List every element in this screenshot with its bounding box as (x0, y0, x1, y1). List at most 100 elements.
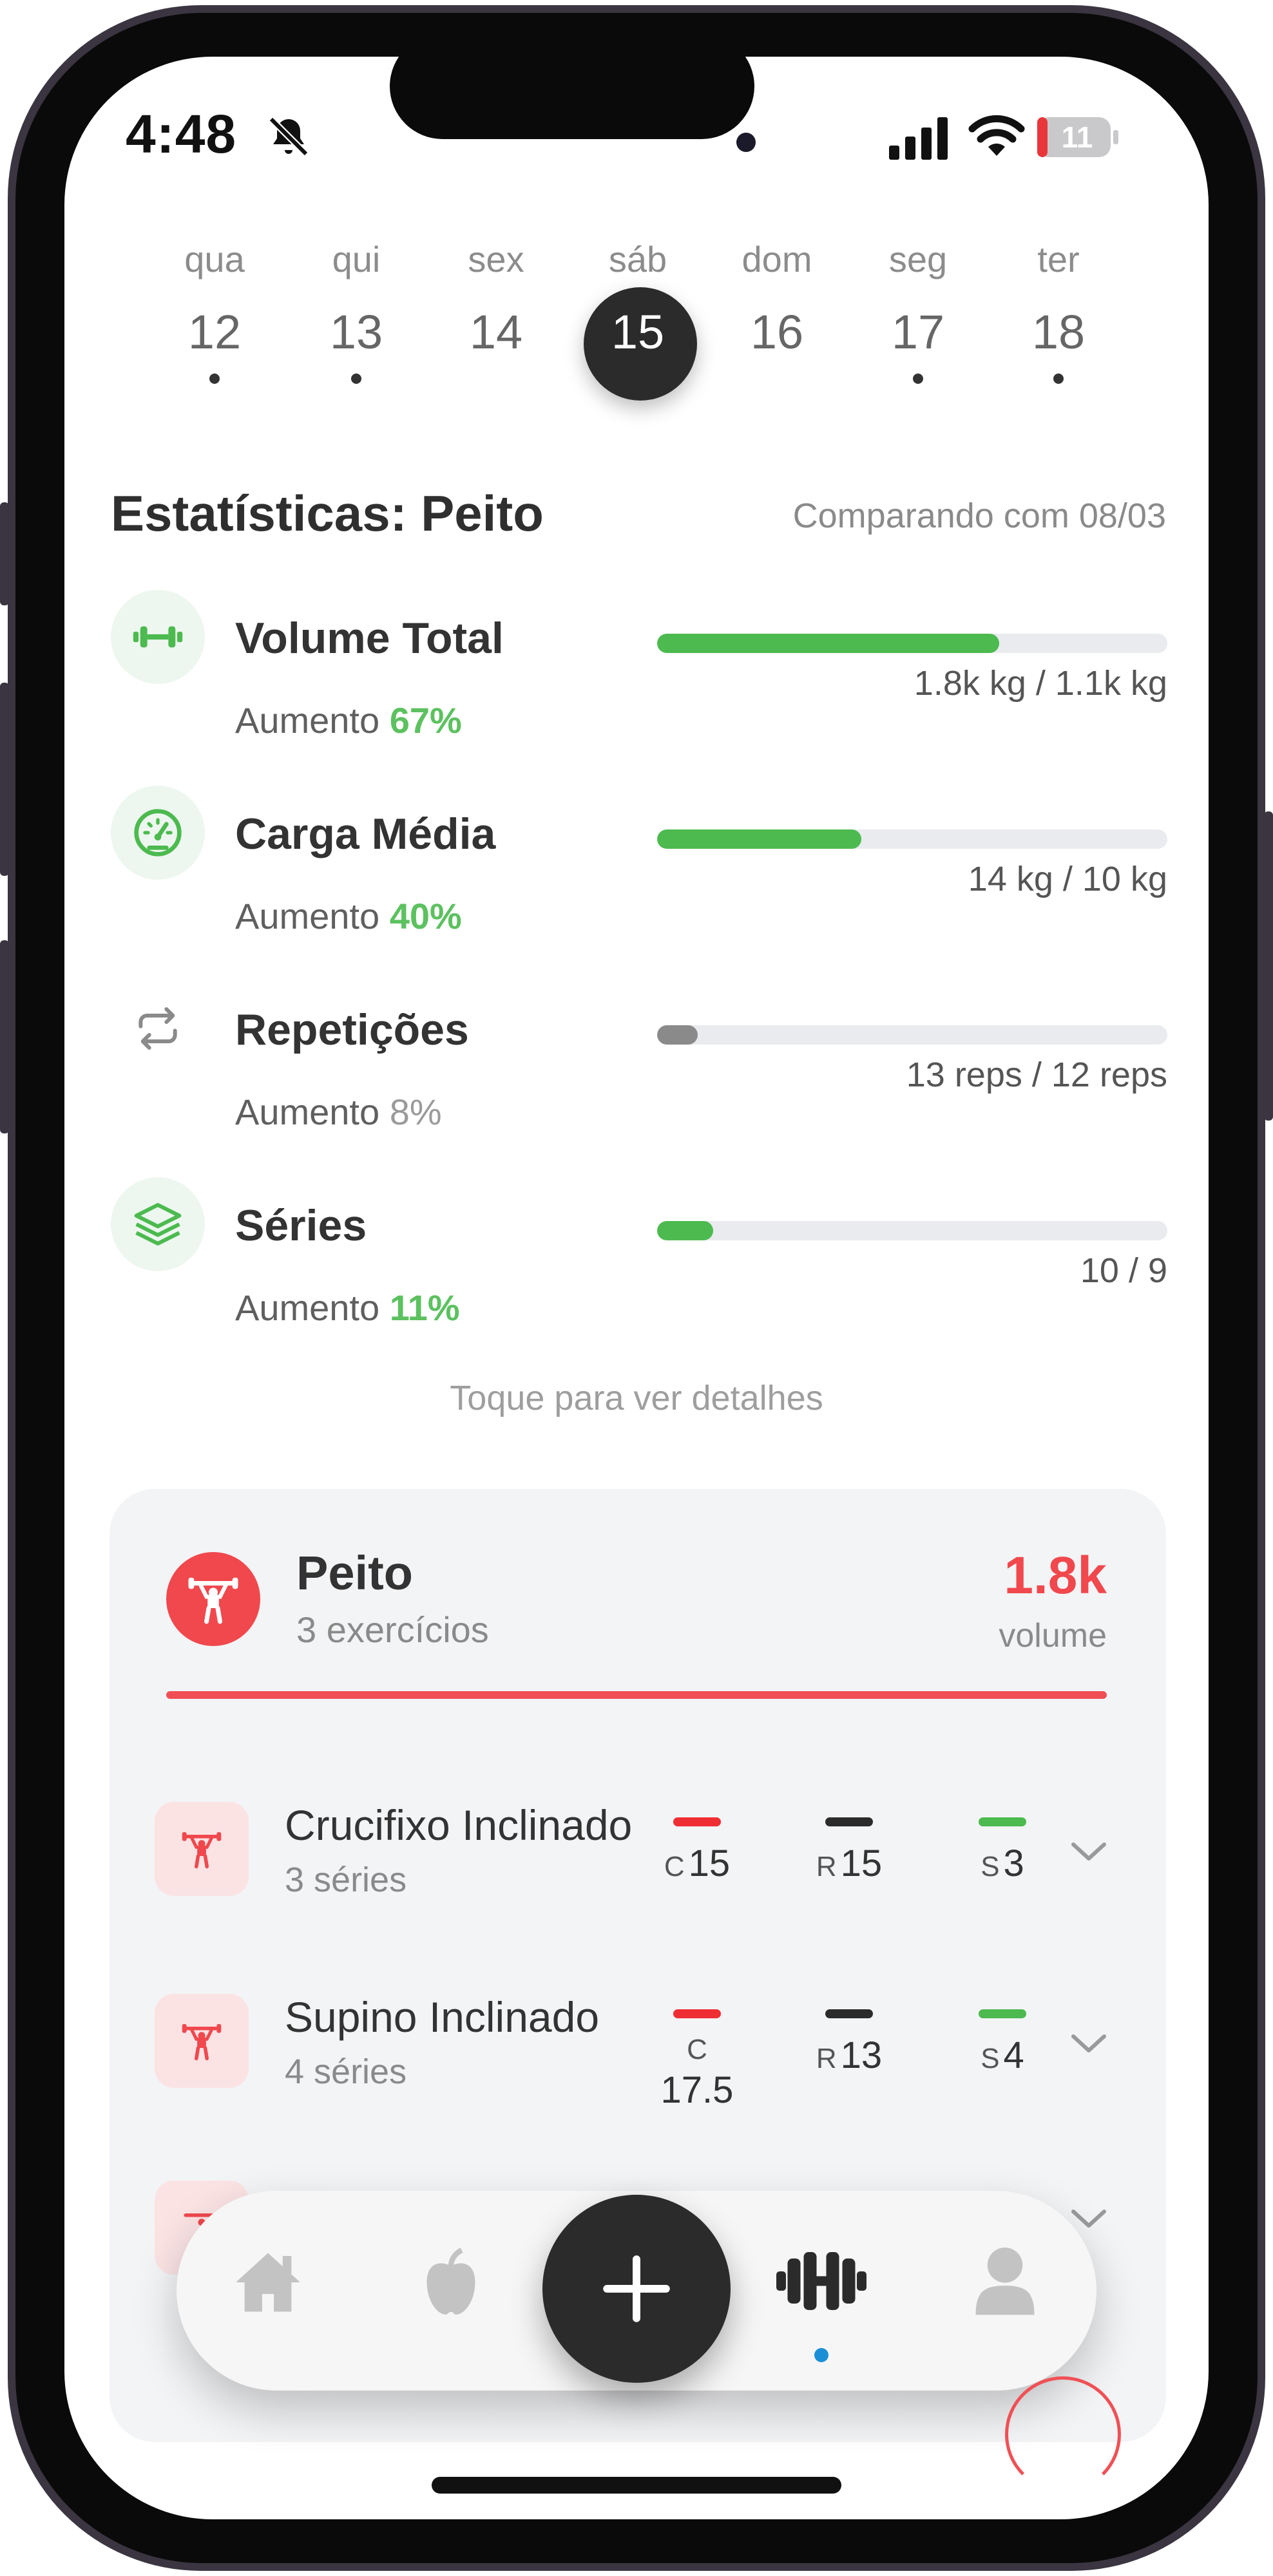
exercise-sets: 3 séries (285, 1861, 407, 1899)
group-volume-label: volume (999, 1617, 1107, 1654)
stat-change-prefix: Aumento (235, 700, 380, 741)
stat-change-prefix: Aumento (235, 1092, 380, 1132)
stat-progress-bar (657, 829, 1167, 849)
day-15[interactable]: sáb 15 (580, 238, 696, 359)
metric-series: S4 (961, 2009, 1044, 2077)
day-number: 12 (187, 305, 242, 359)
metric-number: 15 (840, 1842, 883, 1884)
stat-change-percent: 67% (389, 700, 462, 741)
day-name: dom (742, 239, 812, 279)
stat-label: Repetições (235, 1005, 469, 1054)
metric-number: 15 (688, 1842, 731, 1884)
metric-number: 17.5 (660, 2069, 734, 2111)
stat-values: 13 reps / 12 reps (906, 1056, 1167, 1094)
stat-label: Carga Média (235, 810, 496, 858)
profile-icon[interactable] (966, 2241, 1044, 2318)
day-13[interactable]: qui 13 (298, 238, 414, 384)
stat-label: Volume Total (235, 614, 504, 663)
bell-slash-icon (265, 113, 312, 163)
stat-values: 10 / 9 (1080, 1251, 1167, 1290)
metric-color-bar (673, 2009, 721, 2018)
metric-number: 4 (1003, 2034, 1024, 2076)
exercise-icon (155, 1802, 249, 1896)
weightlifter-icon (166, 1552, 260, 1646)
stat-change-prefix: Aumento (235, 1287, 380, 1328)
day-14[interactable]: sex 14 (438, 238, 554, 359)
group-name: Peito (296, 1546, 413, 1600)
workout-dot (913, 374, 923, 384)
day-16[interactable]: dom 16 (719, 238, 835, 359)
stat-change: Aumento 67% (235, 699, 462, 741)
day-name: qui (332, 239, 381, 279)
dynamic-island (390, 33, 754, 139)
stat-progress-fill (657, 1221, 714, 1240)
metric-series: S3 (961, 1817, 1044, 1885)
mute-switch (0, 502, 9, 605)
dumbbell-icon[interactable] (773, 2242, 870, 2320)
metric-value: R 13 (807, 2034, 891, 2077)
chevron-down-icon[interactable] (1068, 2031, 1109, 2060)
day-number: 18 (1031, 305, 1086, 359)
workout-dot (1053, 374, 1064, 384)
day-18[interactable]: ter 18 (1000, 238, 1116, 384)
metric-value: S3 (961, 1842, 1044, 1885)
metric-prefix: C (664, 1851, 685, 1882)
details-hint[interactable]: Toque para ver detalhes (0, 1378, 1273, 1418)
compare-label: Comparando com 08/03 (792, 497, 1166, 535)
stat-change: Aumento 40% (235, 895, 462, 937)
stats-title: Estatísticas: Peito (111, 485, 544, 542)
layers-icon (111, 1177, 205, 1271)
cellular-signal-icon (889, 117, 948, 163)
day-17[interactable]: seg 17 (860, 238, 976, 384)
exercise-icon (155, 1994, 249, 2088)
home-indicator[interactable] (432, 2477, 841, 2494)
day-name: qua (184, 239, 245, 279)
home-icon[interactable] (229, 2244, 307, 2321)
volume-up-button (0, 683, 9, 876)
metric-color-bar (979, 1817, 1026, 1826)
metric-prefix: R (816, 2043, 837, 2074)
metric-reps: R 15 (807, 1817, 891, 1885)
stat-values: 1.8k kg / 1.1k kg (914, 664, 1167, 703)
stat-progress-bar (657, 1221, 1167, 1240)
add-workout-button[interactable] (542, 2195, 731, 2383)
metric-value: C 17.5 (655, 2034, 739, 2112)
battery-level: 11 (1061, 120, 1093, 154)
stat-change-prefix: Aumento (235, 896, 380, 936)
group-divider (166, 1691, 1107, 1699)
workout-dot (209, 374, 220, 384)
day-number: 13 (329, 305, 383, 359)
stat-progress-bar (657, 1025, 1167, 1045)
day-number: 16 (750, 305, 804, 359)
stat-change: Aumento 11% (235, 1287, 460, 1329)
speedometer-icon (111, 786, 205, 880)
metric-carga: C 17.5 (655, 2009, 739, 2112)
stat-change-percent: 11% (389, 1287, 460, 1328)
day-number: 14 (469, 305, 523, 359)
day-12[interactable]: qua 12 (157, 238, 273, 384)
metric-color-bar (673, 1817, 721, 1826)
metric-color-bar (979, 2009, 1026, 2018)
day-number: 17 (891, 305, 945, 359)
active-tab-indicator (814, 2348, 828, 2362)
chevron-down-icon[interactable] (1068, 1839, 1109, 1868)
front-camera (736, 133, 756, 152)
dumbbell-icon (111, 590, 205, 684)
stat-progress-fill (657, 1025, 698, 1045)
apple-icon[interactable] (412, 2244, 490, 2321)
metric-color-bar (825, 1817, 873, 1826)
day-name: sex (468, 239, 524, 279)
exercise-sets: 4 séries (285, 2052, 407, 2091)
metric-value: R 15 (807, 1842, 891, 1885)
workout-dot (351, 374, 361, 384)
stat-change-percent: 8% (389, 1092, 442, 1132)
metric-number: 3 (1003, 1842, 1024, 1884)
exercise-name: Crucifixo Inclinado (285, 1801, 633, 1849)
metric-prefix: S (981, 1851, 1000, 1882)
add-icon (603, 2255, 670, 2322)
day-name: sáb (608, 239, 667, 279)
power-button (1264, 811, 1273, 1121)
metric-prefix: C (687, 2034, 707, 2065)
wifi-icon (968, 113, 1026, 162)
metric-number: 13 (840, 2034, 883, 2076)
